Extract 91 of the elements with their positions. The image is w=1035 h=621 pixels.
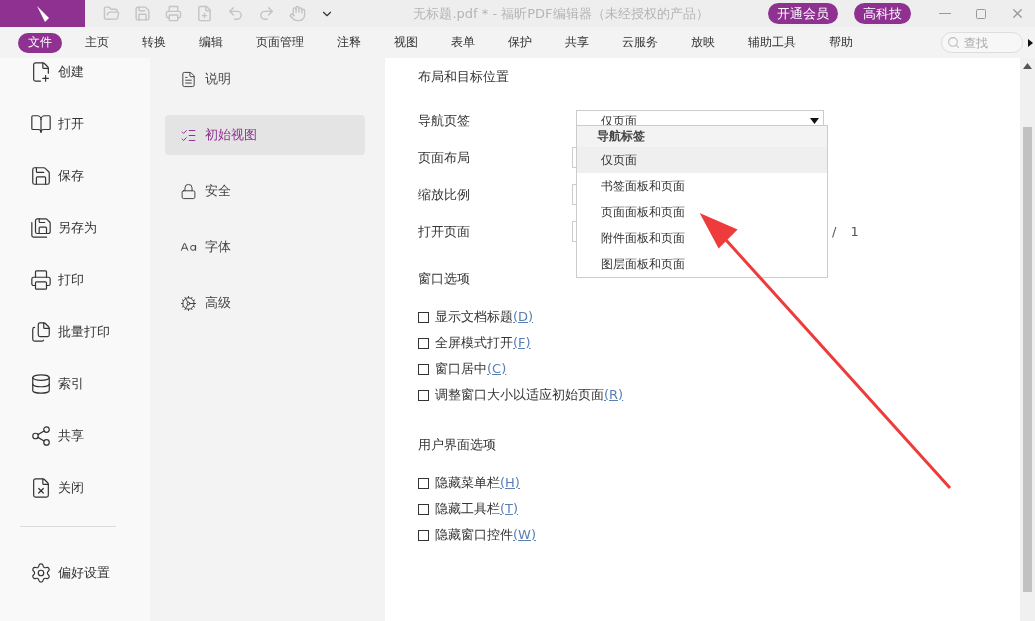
scroll-thumb[interactable] <box>1023 127 1032 592</box>
page-separator: / <box>832 224 837 239</box>
menu-tab[interactable]: 主页 <box>75 32 119 53</box>
sidebar-item[interactable]: 打开 <box>0 98 150 150</box>
menu-tab[interactable]: 转换 <box>132 32 176 53</box>
search-icon <box>947 36 960 49</box>
option-label: 窗口居中(C) <box>435 360 507 378</box>
option-label: 隐藏菜单栏(H) <box>435 474 520 492</box>
field-label: 页面布局 <box>418 148 471 167</box>
option-label: 调整窗口大小以适应初始页面(R) <box>435 386 624 404</box>
checkbox-option[interactable]: 隐藏菜单栏(H) <box>418 470 1020 496</box>
sidebar-item[interactable]: 打印 <box>0 254 150 306</box>
section-title: 布局和目标位置 <box>418 68 510 86</box>
menu-tab[interactable]: 视图 <box>384 32 428 53</box>
category-item[interactable]: 初始视图 <box>165 115 365 155</box>
page-total: 1 <box>850 224 859 239</box>
category-item[interactable]: 字体 <box>165 227 365 267</box>
sidebar-item[interactable]: 共享 <box>0 410 150 462</box>
menu-tab[interactable]: 放映 <box>681 32 725 53</box>
menu-tab[interactable]: 共享 <box>555 32 599 53</box>
checkbox[interactable] <box>418 503 429 515</box>
save-icon[interactable] <box>134 5 151 22</box>
dropdown-option[interactable]: 仅页面 <box>577 147 827 173</box>
checkbox[interactable] <box>418 363 429 375</box>
checkbox-option[interactable]: 调整窗口大小以适应初始页面(R) <box>418 382 1020 408</box>
category-item[interactable]: 说明 <box>165 59 365 99</box>
section-title: 窗口选项 <box>418 270 471 288</box>
field-label: 导航页签 <box>418 111 471 130</box>
minimize-icon <box>939 13 951 14</box>
sidebar-item[interactable]: 批量打印 <box>0 306 150 358</box>
checkbox-option[interactable]: 窗口居中(C) <box>418 356 1020 382</box>
maximize-icon <box>975 7 987 20</box>
checkbox[interactable] <box>418 529 429 541</box>
print-icon <box>30 269 52 291</box>
category-item[interactable]: 安全 <box>165 171 365 211</box>
new-file-icon[interactable] <box>196 5 213 22</box>
print-icon[interactable] <box>165 5 182 22</box>
option-label: 隐藏工具栏(T) <box>435 500 519 518</box>
search-field[interactable]: 查找 <box>941 32 1023 53</box>
sidebar-item[interactable]: 索引 <box>0 358 150 410</box>
open-icon[interactable] <box>103 5 120 22</box>
book-icon <box>30 113 52 135</box>
checkbox-option[interactable]: 隐藏工具栏(T) <box>418 496 1020 522</box>
menu-tab[interactable]: 编辑 <box>189 32 233 53</box>
checkbox[interactable] <box>418 337 429 349</box>
file-info-icon <box>180 70 197 88</box>
header-button[interactable]: 开通会员 <box>768 3 838 24</box>
sidebar-item[interactable]: 关闭 <box>0 462 150 514</box>
menu-tab[interactable]: 页面管理 <box>246 32 314 53</box>
field-label: 缩放比例 <box>418 185 471 204</box>
undo-icon[interactable] <box>227 5 244 22</box>
header-button[interactable]: 高科技 <box>854 3 911 24</box>
option-label: 隐藏窗口控件(W) <box>435 526 536 544</box>
files-icon <box>30 321 52 343</box>
file-close-icon <box>30 477 52 499</box>
checkbox-option[interactable]: 显示文档标题(D) <box>418 304 1020 330</box>
category-item[interactable]: 高级 <box>165 283 365 323</box>
sidebar-item[interactable]: 创建 <box>0 58 150 98</box>
pen-nib-icon <box>34 4 51 23</box>
hand-icon[interactable] <box>289 5 306 22</box>
menu-tab[interactable]: 云服务 <box>612 32 668 53</box>
share-icon <box>30 425 52 447</box>
settings-icon <box>180 294 197 312</box>
menu-tab[interactable]: 文件 <box>18 32 62 53</box>
scroll-up-icon[interactable] <box>1023 63 1032 69</box>
checkbox-option[interactable]: 全屏模式打开(F) <box>418 330 1020 356</box>
menu-tab[interactable]: 辅助工具 <box>738 32 806 53</box>
dropdown-header: 导航标签 <box>577 126 827 147</box>
field-label: 打开页面 <box>418 222 471 241</box>
menu-tab[interactable]: 表单 <box>441 32 485 53</box>
settings-icon <box>30 562 52 584</box>
option-label: 全屏模式打开(F) <box>435 334 531 352</box>
redo-icon[interactable] <box>258 5 275 22</box>
checkbox[interactable] <box>418 389 429 401</box>
menu-tab[interactable]: 注释 <box>327 32 371 53</box>
checkbox[interactable] <box>418 311 429 323</box>
scrollbar[interactable] <box>1020 58 1035 621</box>
checkbox[interactable] <box>418 477 429 489</box>
menu-tab[interactable]: 保护 <box>498 32 542 53</box>
lock-icon <box>180 182 197 200</box>
sidebar-item[interactable]: 另存为 <box>0 202 150 254</box>
section-title: 用户界面选项 <box>418 436 497 454</box>
option-label: 显示文档标题(D) <box>435 308 534 326</box>
save-icon <box>30 165 52 187</box>
save-as-icon <box>30 217 52 239</box>
sidebar-item[interactable]: 保存 <box>0 150 150 202</box>
sidebar-item[interactable]: 偏好设置 <box>0 547 150 599</box>
database-icon <box>30 373 52 395</box>
file-plus-icon <box>30 61 52 83</box>
menu-tab[interactable]: 帮助 <box>819 32 863 53</box>
checkbox-option[interactable]: 隐藏窗口控件(W) <box>418 522 1020 548</box>
